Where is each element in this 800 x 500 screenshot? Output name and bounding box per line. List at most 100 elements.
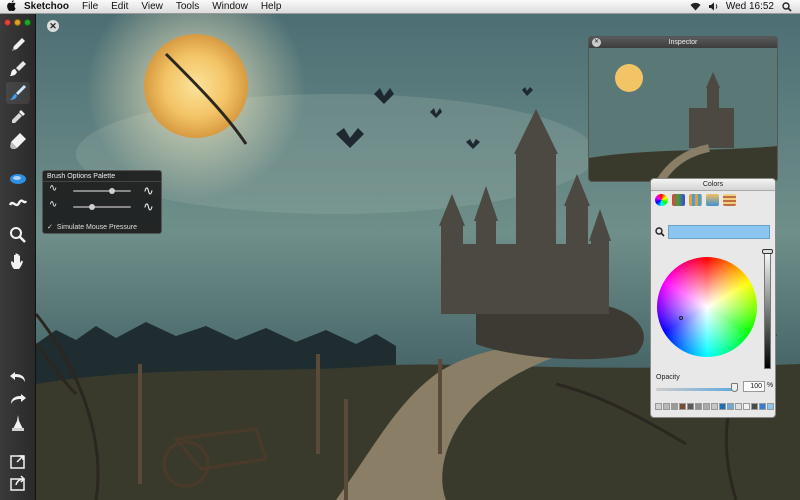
thin-stroke-icon-2: ∿: [49, 199, 58, 210]
color-swatch-chip[interactable]: [703, 403, 710, 410]
color-search-row: [655, 225, 770, 239]
redo-icon: [11, 394, 26, 404]
colors-title: Colors: [702, 181, 724, 188]
color-swatch-chip[interactable]: [679, 403, 686, 410]
export-button[interactable]: [6, 472, 30, 494]
import-icon: [10, 455, 25, 469]
inspector-preview[interactable]: [589, 48, 778, 182]
brush-opacity-slider[interactable]: [73, 206, 131, 208]
color-palettes-tab-icon[interactable]: [689, 194, 702, 206]
pencil-icon: [12, 38, 25, 51]
brightness-slider[interactable]: [764, 249, 771, 369]
wifi-icon[interactable]: [690, 2, 701, 11]
color-swatch-chip[interactable]: [671, 403, 678, 410]
color-swatch-chip[interactable]: [687, 403, 694, 410]
brightness-slider-knob[interactable]: [762, 249, 773, 254]
colors-title-bar: Colors: [651, 179, 775, 191]
import-button[interactable]: [6, 450, 30, 472]
thick-stroke-icon: ∿: [143, 183, 154, 198]
brush-size-slider-knob[interactable]: [109, 188, 115, 194]
inspector-title: Inspector: [668, 39, 698, 46]
hand-tool[interactable]: [6, 250, 30, 272]
color-wheel[interactable]: [657, 257, 757, 357]
inspector-panel: ✕ Inspector: [588, 36, 778, 182]
dropper-icon: [12, 110, 25, 123]
stroke-options-tool[interactable]: [6, 192, 30, 214]
brush-opacity-slider-knob[interactable]: [89, 204, 95, 210]
menu-view[interactable]: View: [141, 1, 163, 12]
eraser-icon: [10, 133, 26, 149]
brush-options-palette: Brush Options Palette ∿ ∿ ∿ ∿ ✓ Simulate…: [42, 170, 162, 234]
menu-help[interactable]: Help: [261, 1, 282, 12]
stroke-wave-icon: [8, 199, 28, 207]
close-window-button[interactable]: [4, 19, 11, 26]
clock[interactable]: Wed 16:52: [726, 1, 774, 12]
close-inspector-button[interactable]: ✕: [592, 38, 601, 47]
color-swatch-chip[interactable]: [743, 403, 750, 410]
close-canvas-button[interactable]: ✕: [47, 20, 59, 32]
brush-icon: [10, 61, 26, 76]
hand-icon: [11, 253, 23, 269]
color-swatch-chip[interactable]: [655, 403, 662, 410]
airbrush-tool[interactable]: [6, 82, 30, 104]
color-swatch-chip[interactable]: [767, 403, 774, 410]
brush-palette-title: Brush Options Palette: [43, 171, 161, 182]
volume-icon[interactable]: [708, 2, 718, 11]
minimize-window-button[interactable]: [14, 19, 21, 26]
airbrush-icon: [10, 85, 26, 100]
redo-button[interactable]: [6, 388, 30, 410]
color-blob-icon: [10, 174, 26, 184]
current-color-swatch[interactable]: [668, 225, 770, 239]
checkmark-icon: ✓: [47, 224, 53, 231]
thick-stroke-icon-2: ∿: [143, 199, 154, 214]
colors-panel: Colors Opacity 100 %: [650, 178, 776, 418]
undo-button[interactable]: [6, 366, 30, 388]
apple-icon[interactable]: [0, 0, 24, 14]
app-name-menu[interactable]: Sketchoo: [24, 1, 69, 12]
brush-size-slider[interactable]: [73, 190, 131, 192]
zoom-window-button[interactable]: [24, 19, 31, 26]
bucket-icon: [12, 415, 24, 431]
brush-size-row: ∿ ∿: [43, 182, 161, 198]
color-swatch-chip[interactable]: [711, 403, 718, 410]
magnifier-icon: [10, 227, 26, 243]
brush-tool[interactable]: [6, 58, 30, 80]
opacity-label: Opacity: [656, 374, 680, 381]
brush-opacity-row: ∿ ∿: [43, 198, 161, 214]
spotlight-icon[interactable]: [782, 2, 792, 12]
color-wheel-tab-icon[interactable]: [655, 194, 668, 206]
color-swatch-chip[interactable]: [735, 403, 742, 410]
opacity-slider-knob[interactable]: [731, 383, 738, 392]
opacity-unit: %: [767, 382, 774, 389]
color-swatch-chip[interactable]: [695, 403, 702, 410]
fill-bucket-tool[interactable]: [6, 412, 30, 434]
color-swatch-chip[interactable]: [663, 403, 670, 410]
color-swatch-row: [655, 403, 776, 410]
color-swatch-tool[interactable]: [6, 168, 30, 190]
app-window: ✕ Brush Options Palette ∿ ∿ ∿ ∿ ✓ Simula…: [0, 14, 800, 500]
crayons-tab-icon[interactable]: [723, 194, 736, 206]
undo-icon: [10, 372, 25, 382]
color-wheel-cursor[interactable]: [679, 316, 683, 320]
pencil-tool[interactable]: [6, 34, 30, 56]
menu-edit[interactable]: Edit: [111, 1, 128, 12]
color-swatch-chip[interactable]: [727, 403, 734, 410]
menu-tools[interactable]: Tools: [176, 1, 199, 12]
simulate-pressure-label: Simulate Mouse Pressure: [56, 223, 138, 231]
color-swatch-chip[interactable]: [719, 403, 726, 410]
simulate-pressure-checkbox[interactable]: ✓ Simulate Mouse Pressure: [47, 223, 138, 232]
image-palettes-tab-icon[interactable]: [706, 194, 719, 206]
opacity-slider[interactable]: [656, 388, 738, 391]
menu-file[interactable]: File: [82, 1, 98, 12]
eraser-tool[interactable]: [6, 130, 30, 152]
zoom-tool[interactable]: [6, 224, 30, 246]
color-swatch-chip[interactable]: [775, 403, 776, 410]
menu-window[interactable]: Window: [212, 1, 248, 12]
thin-stroke-icon: ∿: [49, 183, 58, 194]
color-swatch-chip[interactable]: [759, 403, 766, 410]
color-swatch-chip[interactable]: [751, 403, 758, 410]
magnifier-icon[interactable]: [655, 227, 665, 237]
dropper-tool[interactable]: [6, 106, 30, 128]
color-sliders-tab-icon[interactable]: [672, 194, 685, 206]
opacity-value-field[interactable]: 100: [743, 381, 765, 392]
